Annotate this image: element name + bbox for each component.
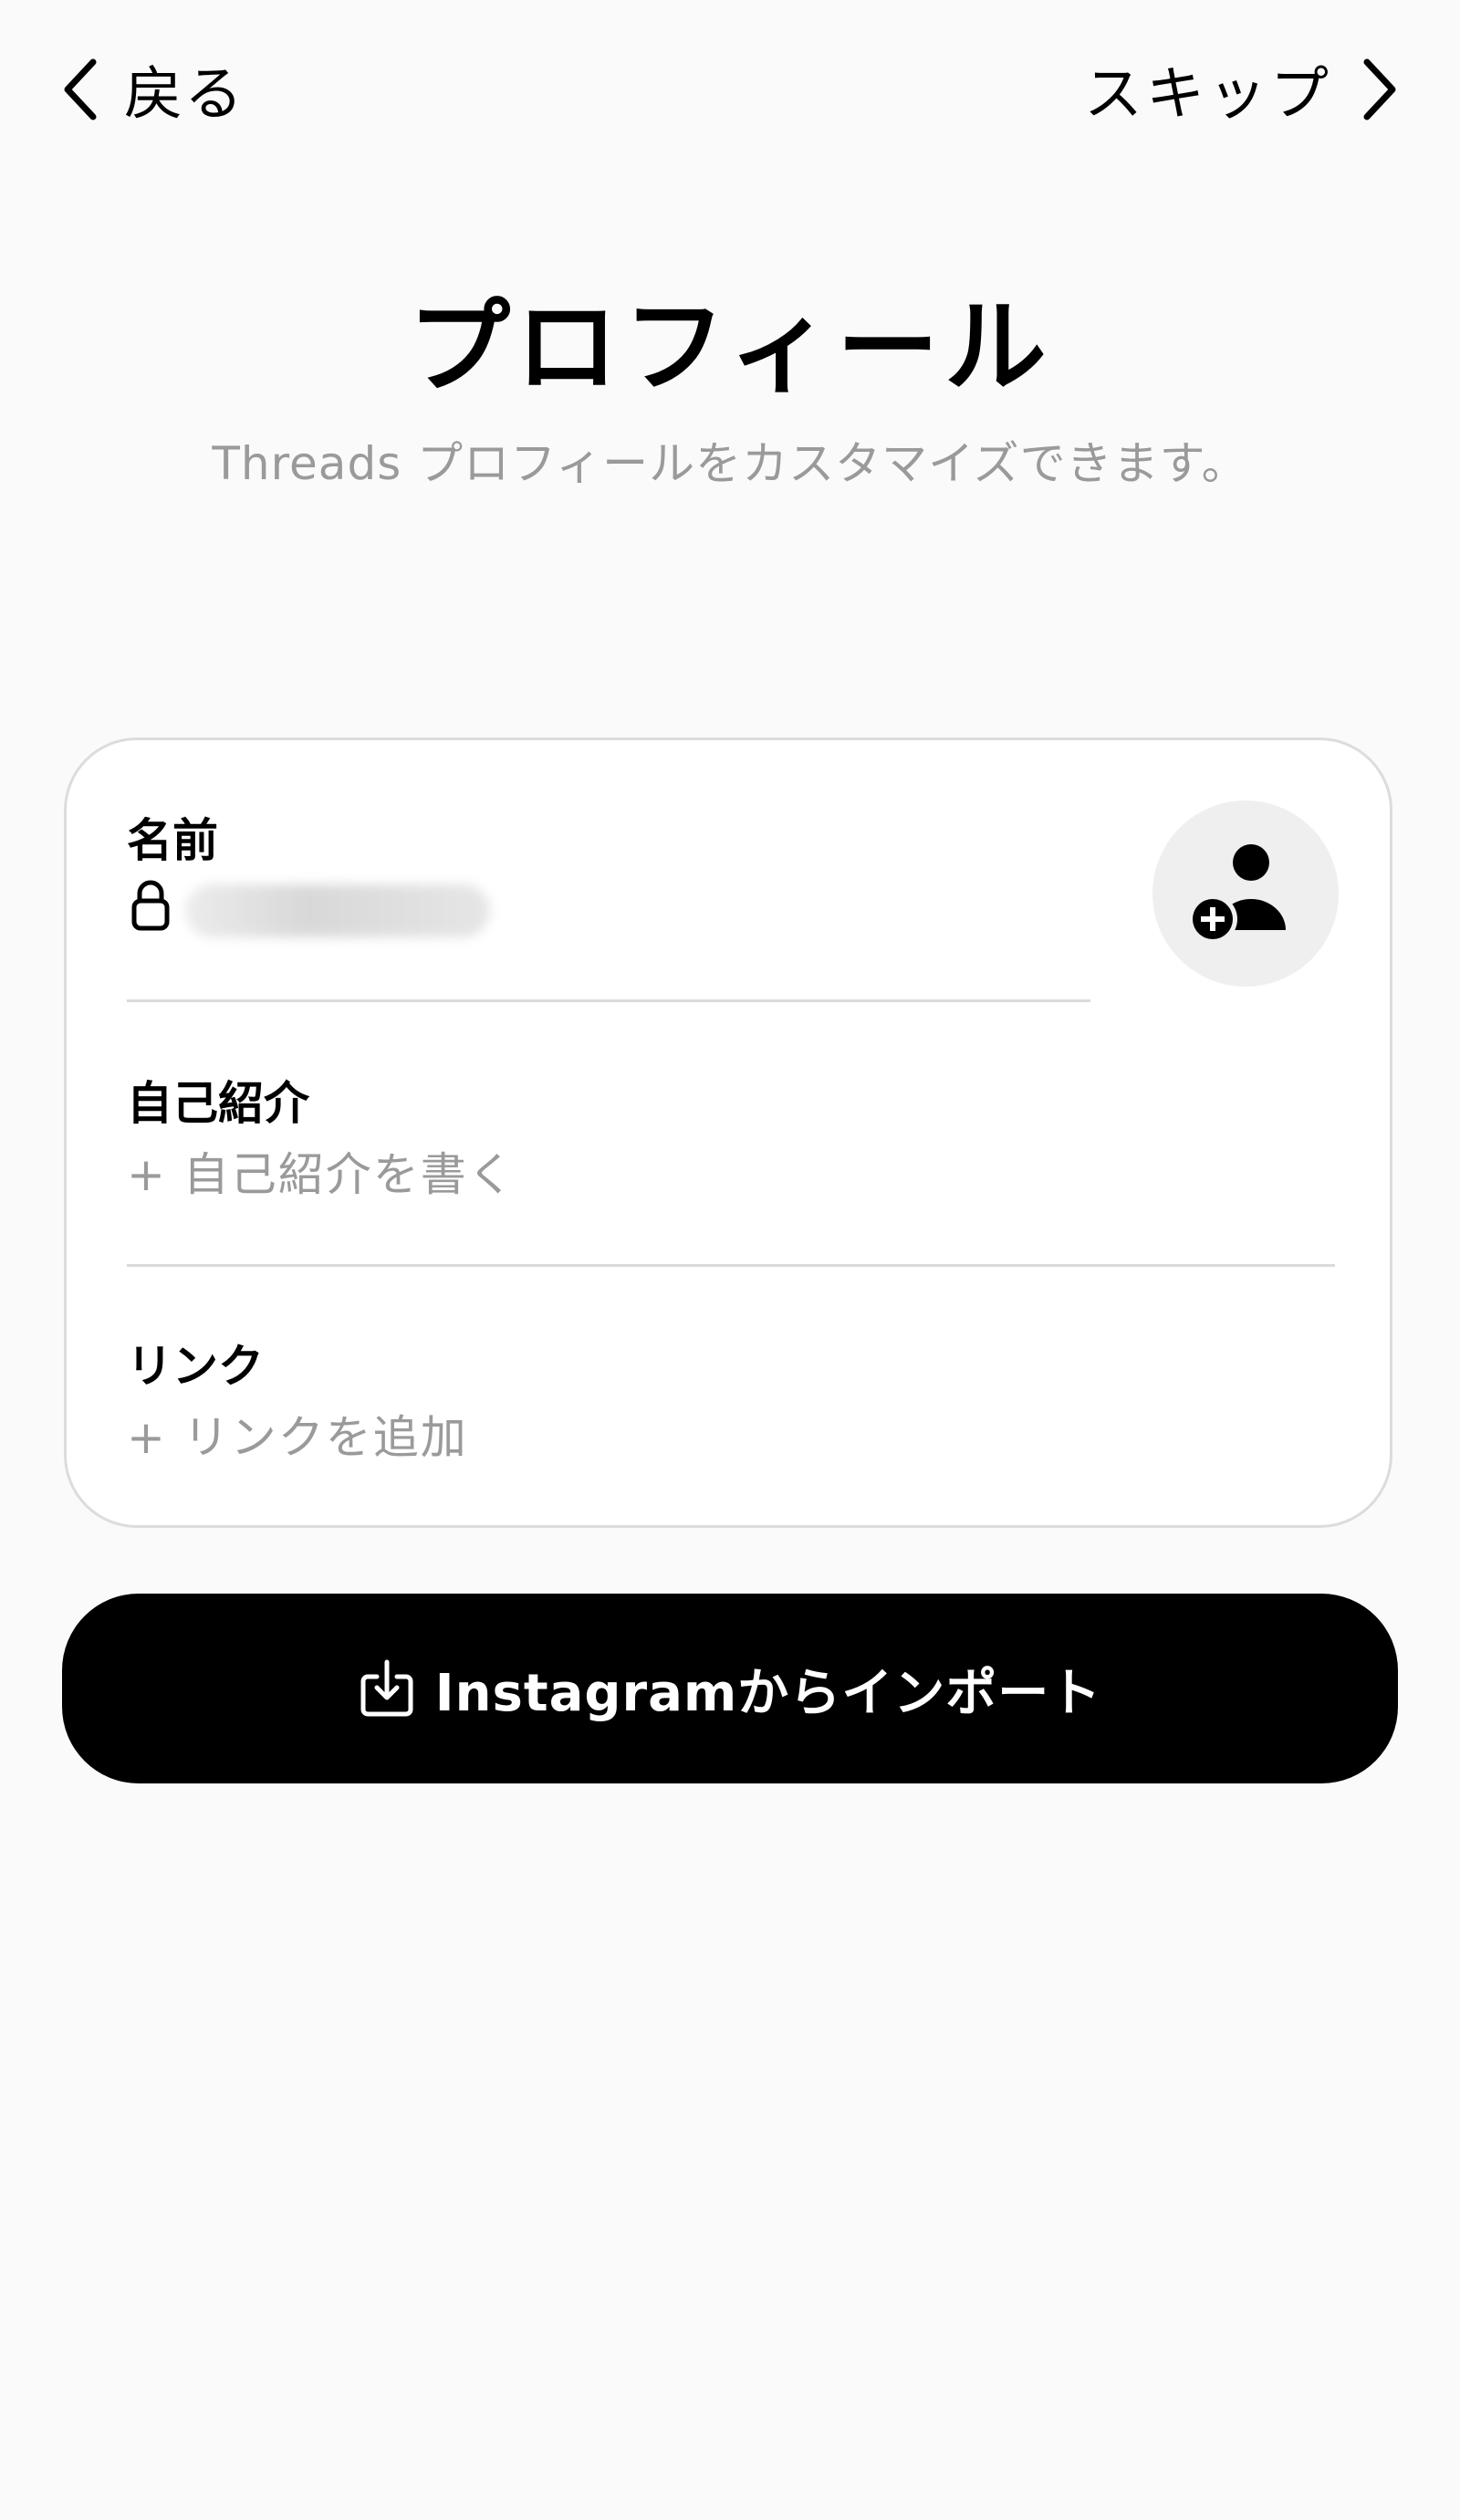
back-label: 戻る	[124, 61, 245, 129]
page-subtitle: Threads プロフィールをカスタマイズできます。	[212, 437, 1248, 490]
link-placeholder: + リンクを追加	[127, 1411, 468, 1464]
import-button-label: Instagramからインポート	[434, 1663, 1102, 1723]
add-avatar-button[interactable]	[1152, 800, 1339, 987]
bio-placeholder: + 自己紹介を書く	[127, 1148, 516, 1201]
lock-icon	[131, 880, 170, 931]
divider	[127, 999, 1090, 1002]
name-value-redacted	[185, 884, 490, 937]
chevron-left-icon	[64, 58, 97, 120]
divider	[127, 1264, 1335, 1267]
profile-card: 名前 自己紹介 + 自己紹介を書く リンク + リンクを追加	[64, 737, 1392, 1528]
import-from-instagram-button[interactable]: Instagramからインポート	[62, 1594, 1398, 1783]
skip-label: スキップ	[1084, 61, 1332, 129]
name-label: 名前	[127, 814, 218, 867]
chevron-right-icon	[1363, 58, 1396, 120]
page-title: プロフィール	[408, 288, 1052, 407]
skip-button[interactable]: スキップ	[1084, 44, 1400, 135]
import-download-icon	[360, 1659, 413, 1717]
link-label: リンク	[127, 1340, 264, 1393]
back-button[interactable]: 戻る	[60, 44, 245, 135]
bio-label: 自己紹介	[127, 1077, 309, 1130]
add-person-icon	[1188, 844, 1286, 944]
